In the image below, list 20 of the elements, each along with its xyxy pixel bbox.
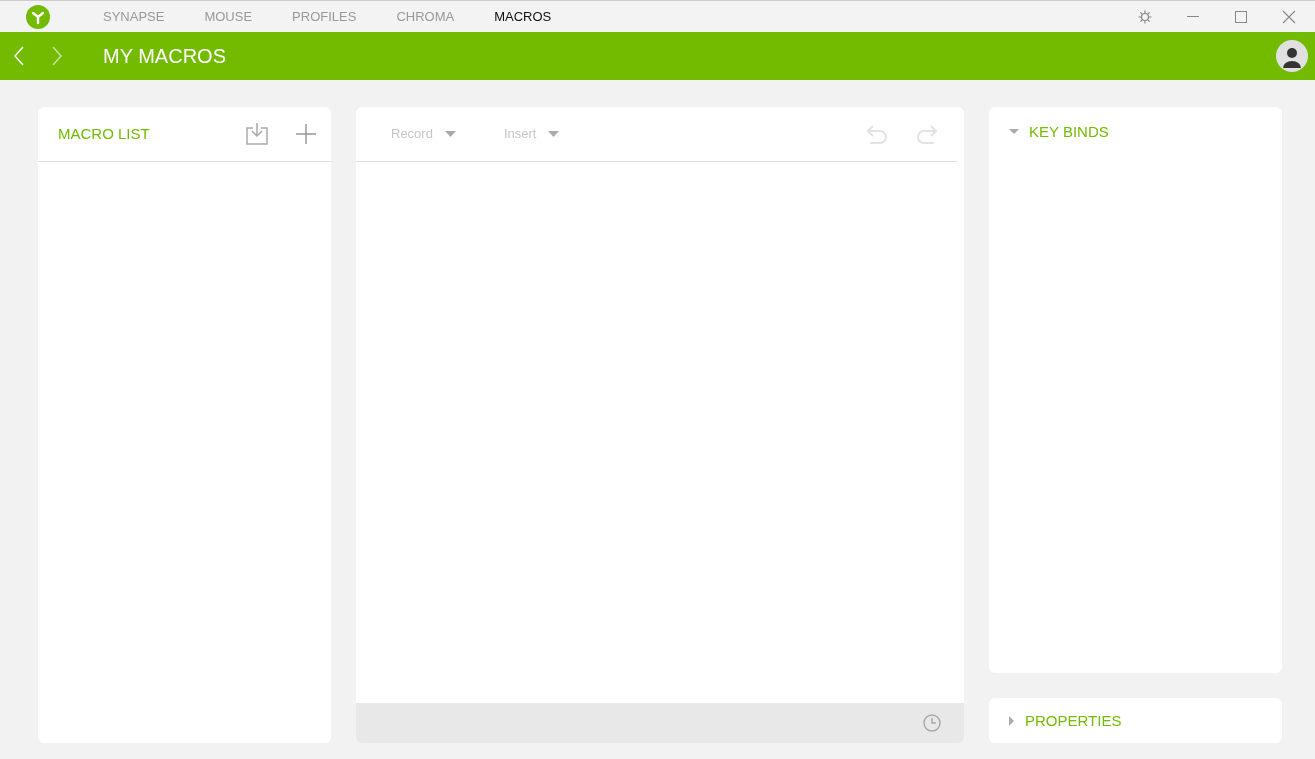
page-title: MY MACROS <box>103 44 226 68</box>
back-icon[interactable] <box>13 46 25 66</box>
app-logo-icon[interactable] <box>26 4 50 29</box>
caret-icon <box>1009 129 1019 136</box>
caret-icon <box>444 131 456 137</box>
section-header[interactable]: PROPERTIES <box>1009 710 1122 733</box>
add-icon[interactable] <box>296 124 316 144</box>
nav-tab[interactable]: CHROMA <box>396 6 455 27</box>
avatar-icon[interactable] <box>1276 40 1308 72</box>
nav-tab[interactable]: MACROS <box>494 6 552 27</box>
caret-icon <box>1009 716 1015 727</box>
import-icon[interactable] <box>246 123 268 145</box>
panel-title: MACRO LIST <box>58 123 150 144</box>
section-header[interactable]: KEY BINDS <box>1009 121 1109 144</box>
clock-icon[interactable] <box>923 714 941 732</box>
nav-tab[interactable]: MOUSE <box>204 6 253 27</box>
caret-icon <box>548 131 560 137</box>
nav-tab[interactable]: PROFILES <box>292 6 357 27</box>
nav-tab[interactable]: SYNAPSE <box>103 6 165 27</box>
forward-icon[interactable] <box>51 46 63 66</box>
